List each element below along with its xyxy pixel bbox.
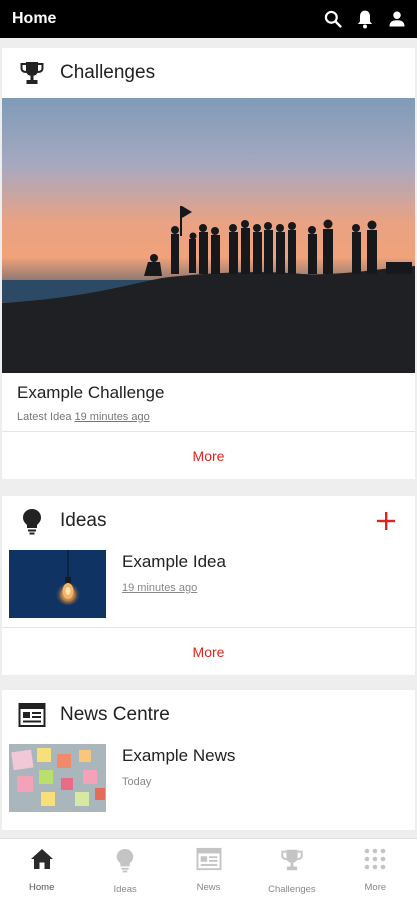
- nav-more-label: More: [364, 882, 387, 893]
- nav-challenges-label: Challenges: [268, 884, 316, 895]
- ideas-more-button[interactable]: More: [2, 627, 415, 675]
- nav-ideas-label: Ideas: [113, 884, 137, 895]
- news-item[interactable]: Example News Today: [2, 740, 415, 821]
- nav-news[interactable]: News: [167, 839, 250, 900]
- news-card: News Centre Example News Today: [2, 690, 415, 830]
- idea-time: 19 minutes ago: [122, 582, 198, 594]
- news-thumbnail: [9, 744, 106, 812]
- lightbulb-icon: [114, 847, 136, 878]
- news-time: Today: [122, 776, 152, 788]
- idea-title: Example Idea: [122, 552, 226, 571]
- news-header[interactable]: News Centre: [2, 690, 415, 740]
- bell-icon[interactable]: [355, 8, 375, 30]
- bottom-navigation: Home Ideas News Challenges More: [0, 838, 417, 900]
- nav-ideas[interactable]: Ideas: [83, 839, 166, 900]
- news-title: News Centre: [60, 704, 170, 725]
- home-icon: [29, 847, 55, 876]
- ideas-title: Ideas: [60, 510, 107, 531]
- news-item-title: Example News: [122, 746, 236, 765]
- challenges-more-button[interactable]: More: [2, 431, 415, 479]
- top-app-bar: Home: [0, 0, 417, 38]
- nav-home[interactable]: Home: [0, 839, 83, 900]
- ideas-card: Ideas Example Idea 19 minutes ago More: [2, 496, 415, 675]
- page-title: Home: [12, 10, 57, 27]
- challenges-header[interactable]: Challenges: [2, 48, 415, 98]
- challenges-card: Challenges Example Challenge Latest Idea…: [2, 48, 415, 479]
- nav-more[interactable]: More: [334, 839, 417, 900]
- ideas-more-label: More: [192, 643, 225, 660]
- idea-item[interactable]: Example Idea 19 minutes ago: [2, 546, 415, 627]
- nav-challenges[interactable]: Challenges: [250, 839, 333, 900]
- trophy-icon: [278, 847, 306, 878]
- grid-icon: [363, 847, 387, 876]
- ideas-header[interactable]: Ideas: [2, 496, 415, 546]
- top-actions: [323, 8, 407, 30]
- challenge-title: Example Challenge: [17, 383, 165, 402]
- plus-icon[interactable]: [373, 508, 399, 534]
- profile-icon[interactable]: [387, 9, 407, 29]
- idea-thumbnail: [9, 550, 106, 618]
- lightbulb-icon: [18, 507, 46, 535]
- latest-idea-label: Latest Idea: [17, 411, 72, 423]
- trophy-icon: [18, 59, 46, 87]
- newspaper-icon: [195, 847, 223, 876]
- challenges-title: Challenges: [60, 62, 156, 83]
- challenge-cover-image[interactable]: [2, 98, 415, 373]
- search-icon[interactable]: [323, 9, 343, 29]
- latest-idea-time: 19 minutes ago: [74, 411, 150, 423]
- challenge-item[interactable]: Example Challenge Latest Idea 19 minutes…: [2, 373, 415, 431]
- home-feed[interactable]: Challenges Example Challenge Latest Idea…: [0, 38, 417, 838]
- challenges-more-label: More: [192, 447, 225, 464]
- newspaper-icon: [18, 701, 46, 729]
- nav-home-label: Home: [29, 882, 55, 893]
- challenge-meta: Latest Idea 19 minutes ago: [17, 411, 400, 423]
- nav-news-label: News: [196, 882, 221, 893]
